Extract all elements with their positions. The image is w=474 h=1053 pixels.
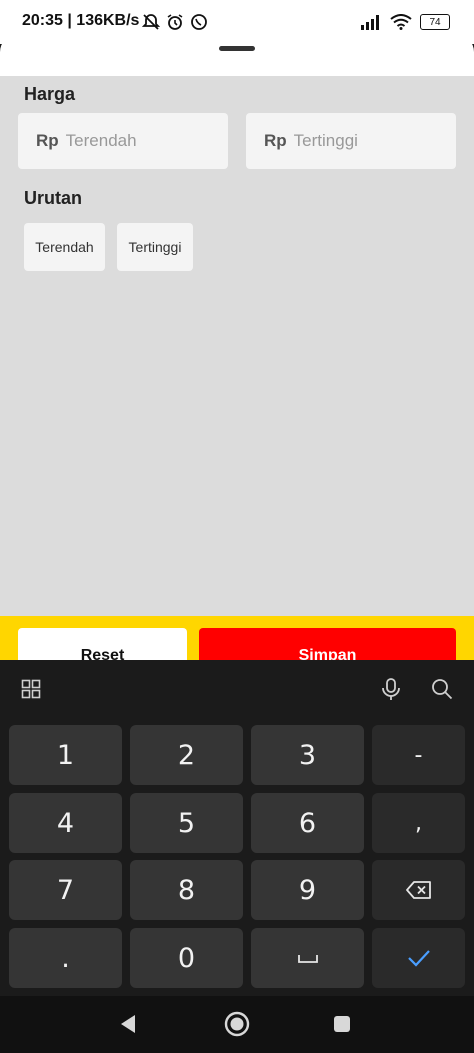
keyboard-toolbar bbox=[0, 660, 474, 720]
min-price-prefix: Rp bbox=[36, 131, 59, 150]
min-price-field[interactable]: Rp bbox=[18, 113, 228, 169]
key-space[interactable] bbox=[251, 928, 364, 988]
alarm-icon bbox=[167, 14, 183, 30]
key-0[interactable]: 0 bbox=[130, 928, 243, 988]
numeric-keyboard: 1 2 3 - 4 5 6 , 7 8 9 . 0 bbox=[0, 660, 474, 996]
key-comma[interactable]: , bbox=[372, 793, 465, 853]
sheet-header bbox=[0, 34, 474, 78]
recents-icon[interactable] bbox=[333, 1015, 351, 1033]
save-button[interactable]: Simpan bbox=[199, 628, 456, 662]
space-icon bbox=[297, 955, 318, 963]
home-icon[interactable] bbox=[224, 1011, 250, 1037]
max-price-input[interactable] bbox=[291, 130, 436, 152]
key-4[interactable]: 4 bbox=[9, 793, 122, 853]
key-8[interactable]: 8 bbox=[130, 860, 243, 920]
sort-label: Urutan bbox=[24, 188, 82, 208]
key-2[interactable]: 2 bbox=[130, 725, 243, 785]
min-price-input[interactable] bbox=[63, 130, 208, 152]
key-backspace[interactable] bbox=[372, 860, 465, 920]
mute-icon bbox=[142, 14, 160, 30]
key-done[interactable] bbox=[372, 928, 465, 988]
check-icon bbox=[407, 950, 430, 967]
key-3[interactable]: 3 bbox=[251, 725, 364, 785]
status-notif-icons bbox=[142, 13, 208, 31]
key-dot[interactable]: . bbox=[9, 928, 122, 988]
sort-option-highest[interactable]: Tertinggi bbox=[117, 223, 193, 271]
max-price-prefix: Rp bbox=[264, 131, 287, 150]
max-price-field[interactable]: Rp bbox=[246, 113, 456, 169]
sort-option-lowest[interactable]: Terendah bbox=[24, 223, 105, 271]
mic-icon[interactable] bbox=[380, 677, 402, 701]
key-5[interactable]: 5 bbox=[130, 793, 243, 853]
price-label: Harga bbox=[24, 84, 76, 104]
action-bar: Reset Simpan bbox=[0, 616, 474, 662]
status-right: 74 bbox=[360, 14, 450, 30]
grid-icon[interactable] bbox=[21, 679, 41, 699]
backspace-icon bbox=[405, 881, 431, 899]
status-time: 20:35 | 136KB/s bbox=[22, 12, 140, 29]
key-9[interactable]: 9 bbox=[251, 860, 364, 920]
signal-icon bbox=[361, 15, 379, 30]
system-nav-bar bbox=[0, 996, 474, 1053]
key-1[interactable]: 1 bbox=[9, 725, 122, 785]
back-icon[interactable] bbox=[119, 1014, 137, 1034]
battery-icon: 74 bbox=[420, 14, 450, 30]
drag-handle[interactable] bbox=[219, 46, 255, 51]
reset-button[interactable]: Reset bbox=[18, 628, 187, 662]
key-minus[interactable]: - bbox=[372, 725, 465, 785]
filter-content: Harga Rp Rp Urutan Terendah Tertinggi bbox=[0, 76, 474, 616]
key-6[interactable]: 6 bbox=[251, 793, 364, 853]
search-icon[interactable] bbox=[431, 678, 453, 700]
wifi-icon bbox=[390, 14, 412, 30]
key-7[interactable]: 7 bbox=[9, 860, 122, 920]
whatsapp-icon bbox=[191, 14, 207, 30]
